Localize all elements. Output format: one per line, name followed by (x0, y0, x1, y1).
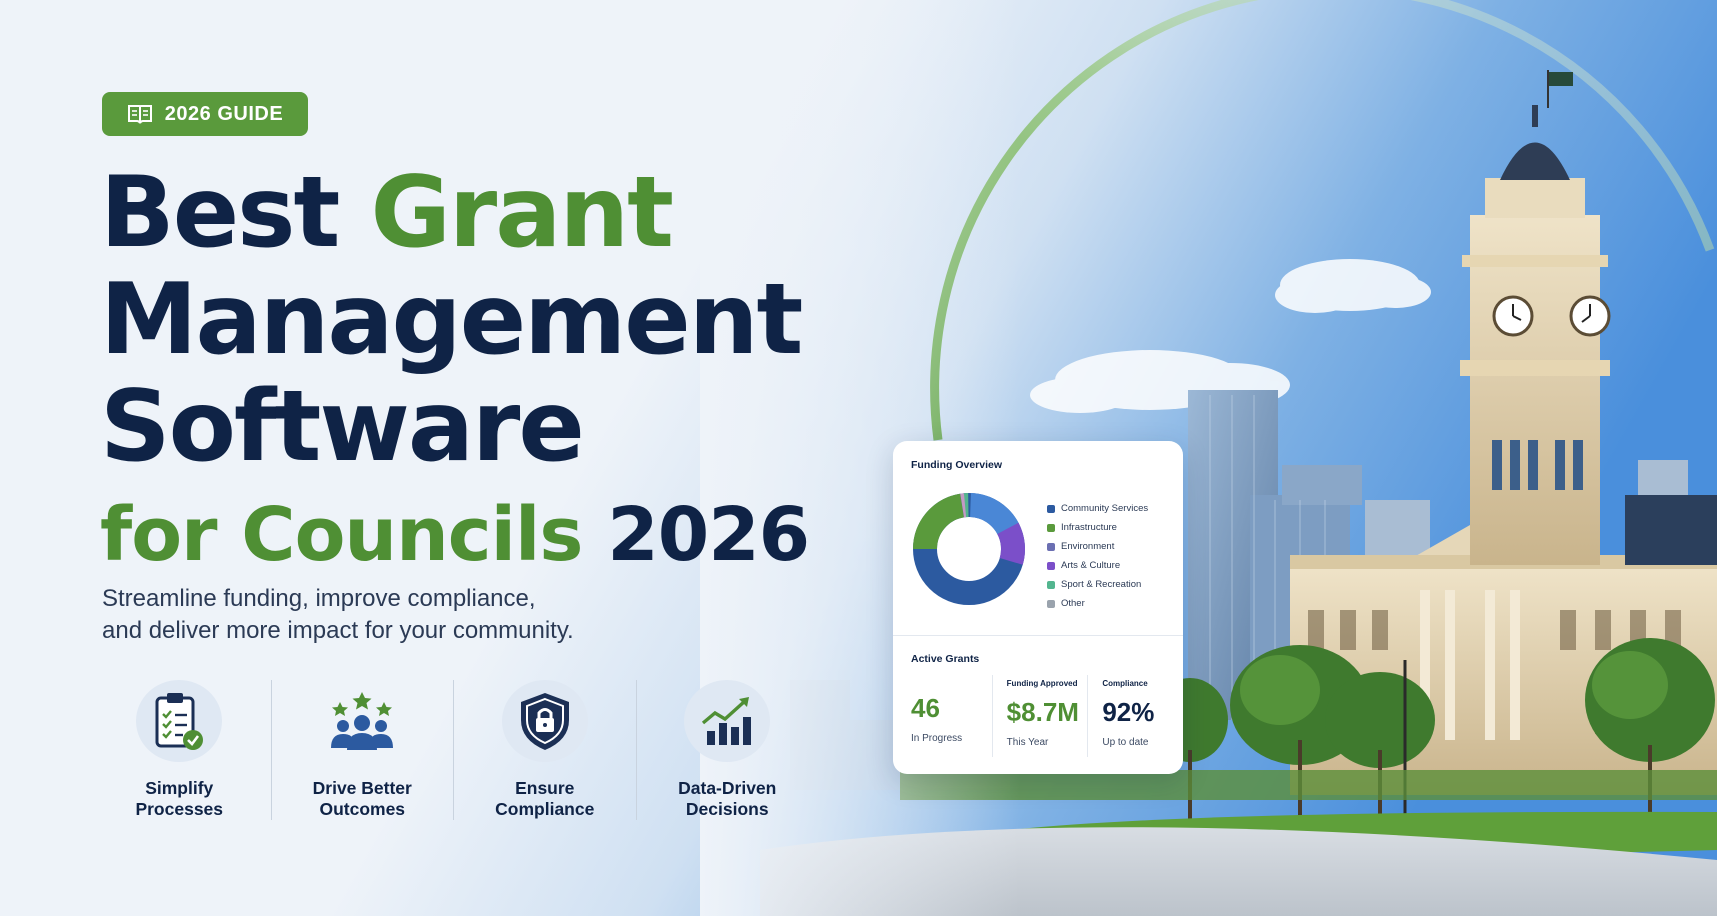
legend-swatch (1047, 523, 1055, 532)
card-divider (893, 635, 1183, 636)
feature-label-line: Processes (135, 799, 224, 819)
legend-item: Other (1047, 594, 1148, 613)
feature-label-line: Outcomes (319, 799, 406, 819)
legend-item: Arts & Culture (1047, 556, 1148, 575)
funding-legend: Community Services Infrastructure Enviro… (1047, 499, 1148, 613)
bar-chart-growth-icon (684, 680, 771, 762)
stat-value: $8.7M (1006, 697, 1079, 727)
legend-swatch (1047, 504, 1055, 513)
title-word-best: Best (100, 156, 340, 270)
feature-list: Simplify Processes Drive Better Outcomes… (88, 680, 818, 820)
subtitle-line-2: and deliver more impact for your communi… (102, 617, 574, 644)
legend-label: Infrastructure (1061, 522, 1117, 533)
feature-label: Simplify Processes (135, 778, 223, 820)
community-stars-icon (319, 680, 405, 762)
guide-badge: 2026 GUIDE (102, 92, 308, 136)
legend-swatch (1047, 542, 1055, 551)
feature-label: Data-Driven Decisions (678, 778, 776, 820)
feature-label-line: Drive Better (312, 778, 412, 798)
legend-swatch (1047, 561, 1055, 570)
book-icon (127, 105, 152, 124)
legend-label: Community Services (1061, 503, 1149, 514)
grant-stats: 46 In Progress Funding Approved $8.7M Th… (893, 675, 1183, 757)
feature-label-line: Simplify (145, 778, 214, 798)
active-grants-title: Active Grants (911, 653, 980, 665)
stat-sub: This Year (1006, 737, 1049, 748)
stat-compliance: Compliance 92% Up to date (1087, 675, 1183, 757)
title-line-3: Software (100, 370, 585, 484)
page-title: Best Grant Management Software for Counc… (100, 160, 900, 583)
feature-data-driven-decisions: Data-Driven Decisions (635, 680, 819, 820)
feature-label: Ensure Compliance (495, 778, 594, 820)
stat-sub: In Progress (911, 733, 963, 744)
legend-swatch (1047, 580, 1055, 589)
feature-label-line: Ensure (515, 778, 575, 798)
legend-swatch (1047, 599, 1055, 608)
feature-simplify-processes: Simplify Processes (88, 680, 271, 820)
legend-label: Sport & Recreation (1061, 579, 1142, 590)
feature-label-line: Data-Driven (678, 778, 777, 798)
feature-drive-better-outcomes: Drive Better Outcomes (270, 680, 454, 820)
title-line-2: Management (100, 263, 803, 377)
title-year: 2026 (607, 492, 810, 578)
feature-ensure-compliance: Ensure Compliance (453, 680, 636, 820)
legend-label: Other (1061, 598, 1085, 609)
guide-badge-label: 2026 GUIDE (164, 102, 284, 125)
legend-item: Infrastructure (1047, 518, 1148, 537)
feature-label-line: Decisions (685, 799, 769, 819)
title-line-1: Best Grant (100, 160, 900, 267)
stat-in-progress: 46 In Progress (893, 675, 992, 757)
title-line-4: for Councils 2026 (100, 487, 900, 583)
feature-label: Drive Better Outcomes (313, 778, 412, 820)
legend-label: Environment (1061, 541, 1115, 552)
legend-item: Community Services (1047, 499, 1148, 518)
checklist-icon (136, 680, 223, 762)
stat-value: 92% (1102, 697, 1155, 727)
funding-donut-chart (913, 493, 1025, 605)
feature-label-line: Compliance (495, 799, 595, 819)
stat-caption: Funding Approved (1006, 679, 1078, 688)
subtitle: Streamline funding, improve compliance, … (102, 583, 742, 647)
shield-lock-icon (501, 680, 588, 762)
subtitle-line-1: Streamline funding, improve compliance, (102, 585, 536, 612)
stat-caption: Compliance (1102, 679, 1148, 688)
legend-item: Environment (1047, 537, 1148, 556)
stat-sub: Up to date (1102, 737, 1149, 748)
stat-value: 46 (911, 693, 940, 723)
legend-item: Sport & Recreation (1047, 575, 1148, 594)
legend-label: Arts & Culture (1061, 560, 1121, 571)
funding-overview-card: Funding Overview Community Services Infr… (893, 441, 1183, 774)
title-for-councils: for Councils (100, 492, 583, 578)
title-word-grant: Grant (370, 156, 674, 270)
stat-funding-approved: Funding Approved $8.7M This Year (991, 675, 1088, 757)
funding-overview-title: Funding Overview (911, 459, 1003, 471)
